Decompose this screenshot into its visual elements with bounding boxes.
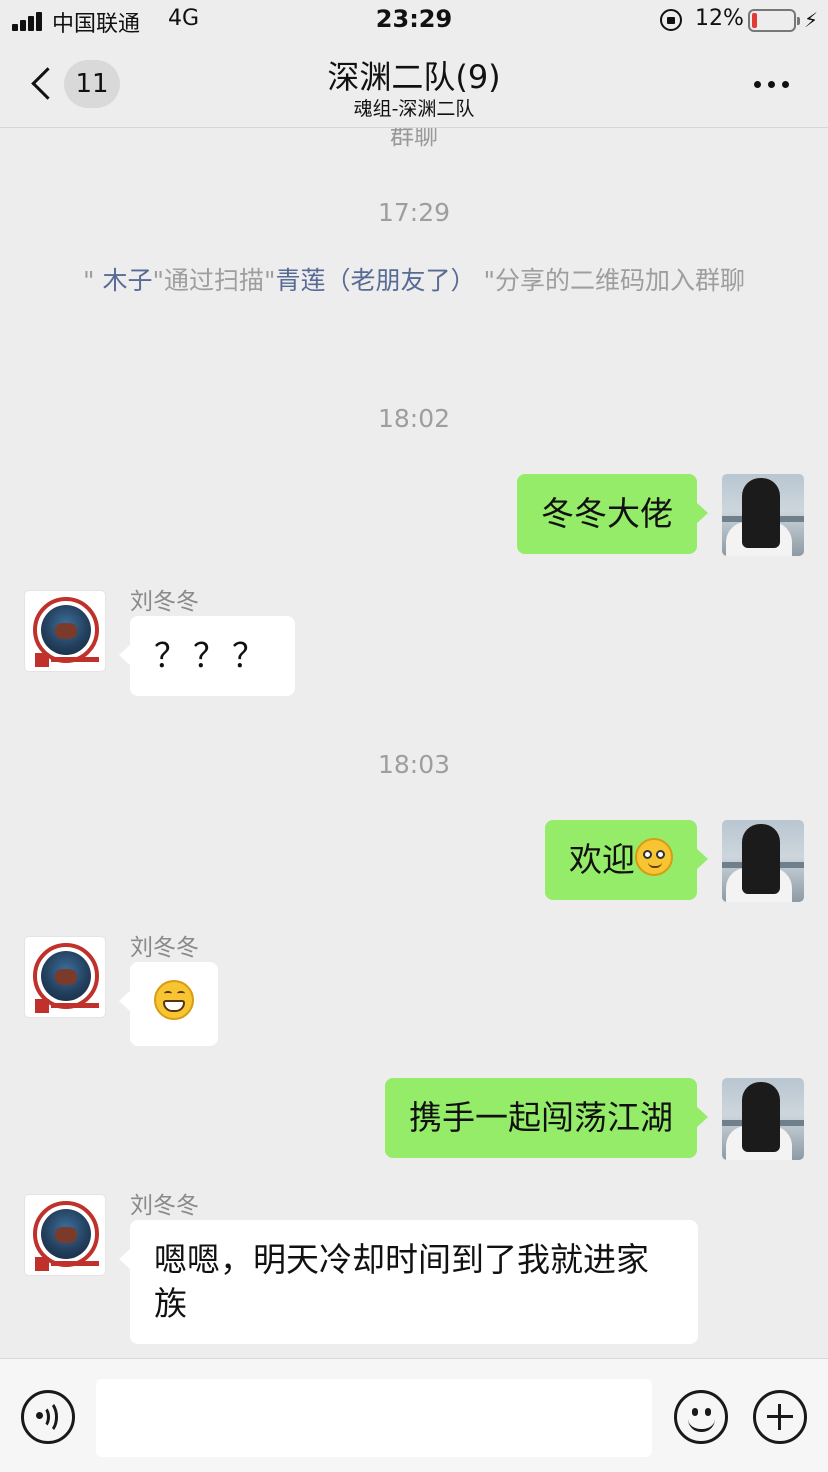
sender-name: 刘冬冬 [130,1193,199,1219]
avatar[interactable] [24,590,106,672]
more-icon[interactable] [750,72,794,96]
status-bar: 中国联通 4G 23:29 12% ⚡ [0,0,828,42]
inviter-name[interactable]: 木子 [102,266,152,295]
battery-icon [748,9,800,32]
message-input[interactable] [96,1379,652,1457]
battery-percent: 12% [695,6,744,31]
incoming-message-bubble[interactable]: ？？？ [119,616,295,696]
partial-system-text: 群聊 [390,128,438,150]
sender-name: 刘冬冬 [130,589,199,615]
outgoing-message-bubble[interactable]: 冬冬大佬 [517,474,708,554]
wink-emoji-icon [635,838,673,876]
message-text: 欢迎 [569,840,635,879]
avatar[interactable] [722,1078,804,1160]
emoji-icon[interactable] [674,1390,728,1444]
outgoing-message-bubble[interactable]: 携手一起闯荡江湖 [385,1078,708,1158]
input-bar [0,1358,828,1472]
incoming-message-bubble[interactable]: 嗯嗯，明天冷却时间到了我就进家族 [119,1220,698,1344]
outgoing-message-bubble[interactable]: 欢迎 [545,820,708,900]
avatar[interactable] [24,1194,106,1276]
avatar[interactable] [24,936,106,1018]
system-message: " 木子"通过扫描"青莲（老朋友了） "分享的二维码加入群聊 [83,266,745,295]
grin-emoji-icon [154,980,194,1020]
chat-subtitle: 魂组-深渊二队 [353,98,475,120]
chat-title: 深渊二队(9) [327,58,501,96]
rotation-lock-icon [660,9,682,31]
timestamp: 18:03 [377,750,451,779]
incoming-message-bubble[interactable] [119,962,218,1046]
battery-fill [752,13,757,28]
message-list[interactable]: 群聊 17:29 " 木子"通过扫描"青莲（老朋友了） "分享的二维码加入群聊 … [0,128,828,1358]
voice-icon[interactable] [21,1390,75,1444]
avatar[interactable] [722,820,804,902]
charging-icon: ⚡ [804,8,819,32]
sharer-name[interactable]: 青莲（老朋友了） [276,266,476,295]
sender-name: 刘冬冬 [130,935,199,961]
chat-header: 11 深渊二队(9) 魂组-深渊二队 [0,42,828,128]
avatar[interactable] [722,474,804,556]
plus-icon[interactable] [753,1390,807,1444]
timestamp: 17:29 [377,198,451,227]
timestamp: 18:02 [377,404,451,433]
